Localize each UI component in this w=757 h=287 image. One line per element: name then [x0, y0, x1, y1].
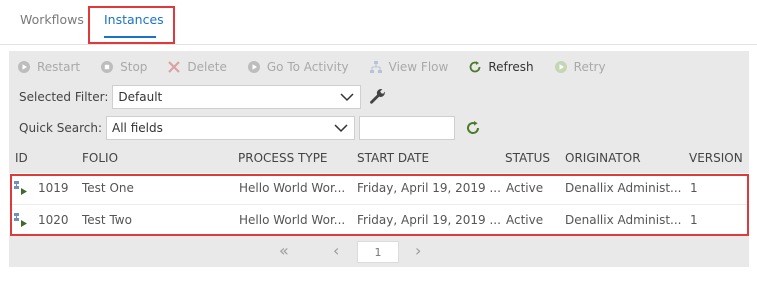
view-flow-button[interactable]: View Flow: [369, 60, 449, 74]
delete-x-icon: [168, 61, 181, 73]
grid-header: ID FOLIO PROCESS TYPE START DATE STATUS …: [9, 148, 749, 170]
filter-row: Selected Filter: Default: [19, 85, 387, 109]
chevron-down-icon: [340, 93, 354, 102]
column-header-folio[interactable]: FOLIO: [82, 151, 118, 165]
quick-search-label: Quick Search:: [19, 121, 103, 135]
refresh-button[interactable]: Refresh: [468, 60, 534, 74]
refresh-label: Refresh: [488, 60, 534, 74]
stop-label: Stop: [120, 60, 148, 74]
go-to-activity-button[interactable]: Go To Activity: [247, 60, 349, 74]
selected-filter-label: Selected Filter:: [19, 90, 109, 104]
restart-button[interactable]: Restart: [17, 60, 80, 74]
column-header-id[interactable]: ID: [15, 151, 28, 165]
current-page-input[interactable]: 1: [357, 241, 399, 263]
column-header-version[interactable]: VERSION: [689, 151, 743, 165]
retry-label: Retry: [573, 60, 606, 74]
quick-search-row: Quick Search: All fields: [19, 116, 481, 140]
delete-button[interactable]: Delete: [167, 60, 227, 74]
column-header-start-date[interactable]: START DATE: [357, 151, 429, 165]
go-to-activity-label: Go To Activity: [266, 60, 349, 74]
wrench-icon[interactable]: [369, 88, 387, 106]
highlight-box-instances-tab: [88, 6, 175, 44]
highlight-box-instance-rows: [10, 174, 749, 236]
retry-icon: [554, 61, 567, 73]
column-header-status[interactable]: STATUS: [505, 151, 550, 165]
selected-filter-value: Default: [118, 90, 163, 104]
next-page-button[interactable]: ›: [415, 241, 421, 260]
play-circle-icon: [18, 61, 30, 73]
quick-search-field-value: All fields: [112, 121, 163, 135]
stop-circle-icon: [101, 61, 114, 73]
quick-search-input[interactable]: [359, 116, 456, 140]
retry-button[interactable]: Retry: [554, 60, 606, 74]
delete-label: Delete: [187, 60, 227, 74]
chevron-down-icon: [334, 124, 348, 133]
first-page-button[interactable]: «: [279, 241, 289, 260]
go-to-activity-icon: [247, 61, 260, 73]
pager: « ‹ 1 ›: [9, 239, 749, 263]
refresh-icon: [469, 61, 481, 73]
tab-workflows[interactable]: Workflows: [20, 12, 84, 27]
quick-search-field-dropdown[interactable]: All fields: [106, 116, 356, 140]
view-flow-label: View Flow: [388, 60, 449, 74]
column-header-process-type[interactable]: PROCESS TYPE: [238, 151, 328, 165]
selected-filter-dropdown[interactable]: Default: [112, 85, 362, 109]
search-refresh-icon[interactable]: [465, 120, 481, 136]
flow-chart-icon: [369, 61, 382, 73]
toolbar: Restart Stop Delete Go To Activity View …: [17, 58, 626, 76]
restart-label: Restart: [37, 60, 81, 74]
stop-button[interactable]: Stop: [100, 60, 147, 74]
column-header-originator[interactable]: ORIGINATOR: [565, 151, 641, 165]
previous-page-button[interactable]: ‹: [333, 241, 339, 260]
